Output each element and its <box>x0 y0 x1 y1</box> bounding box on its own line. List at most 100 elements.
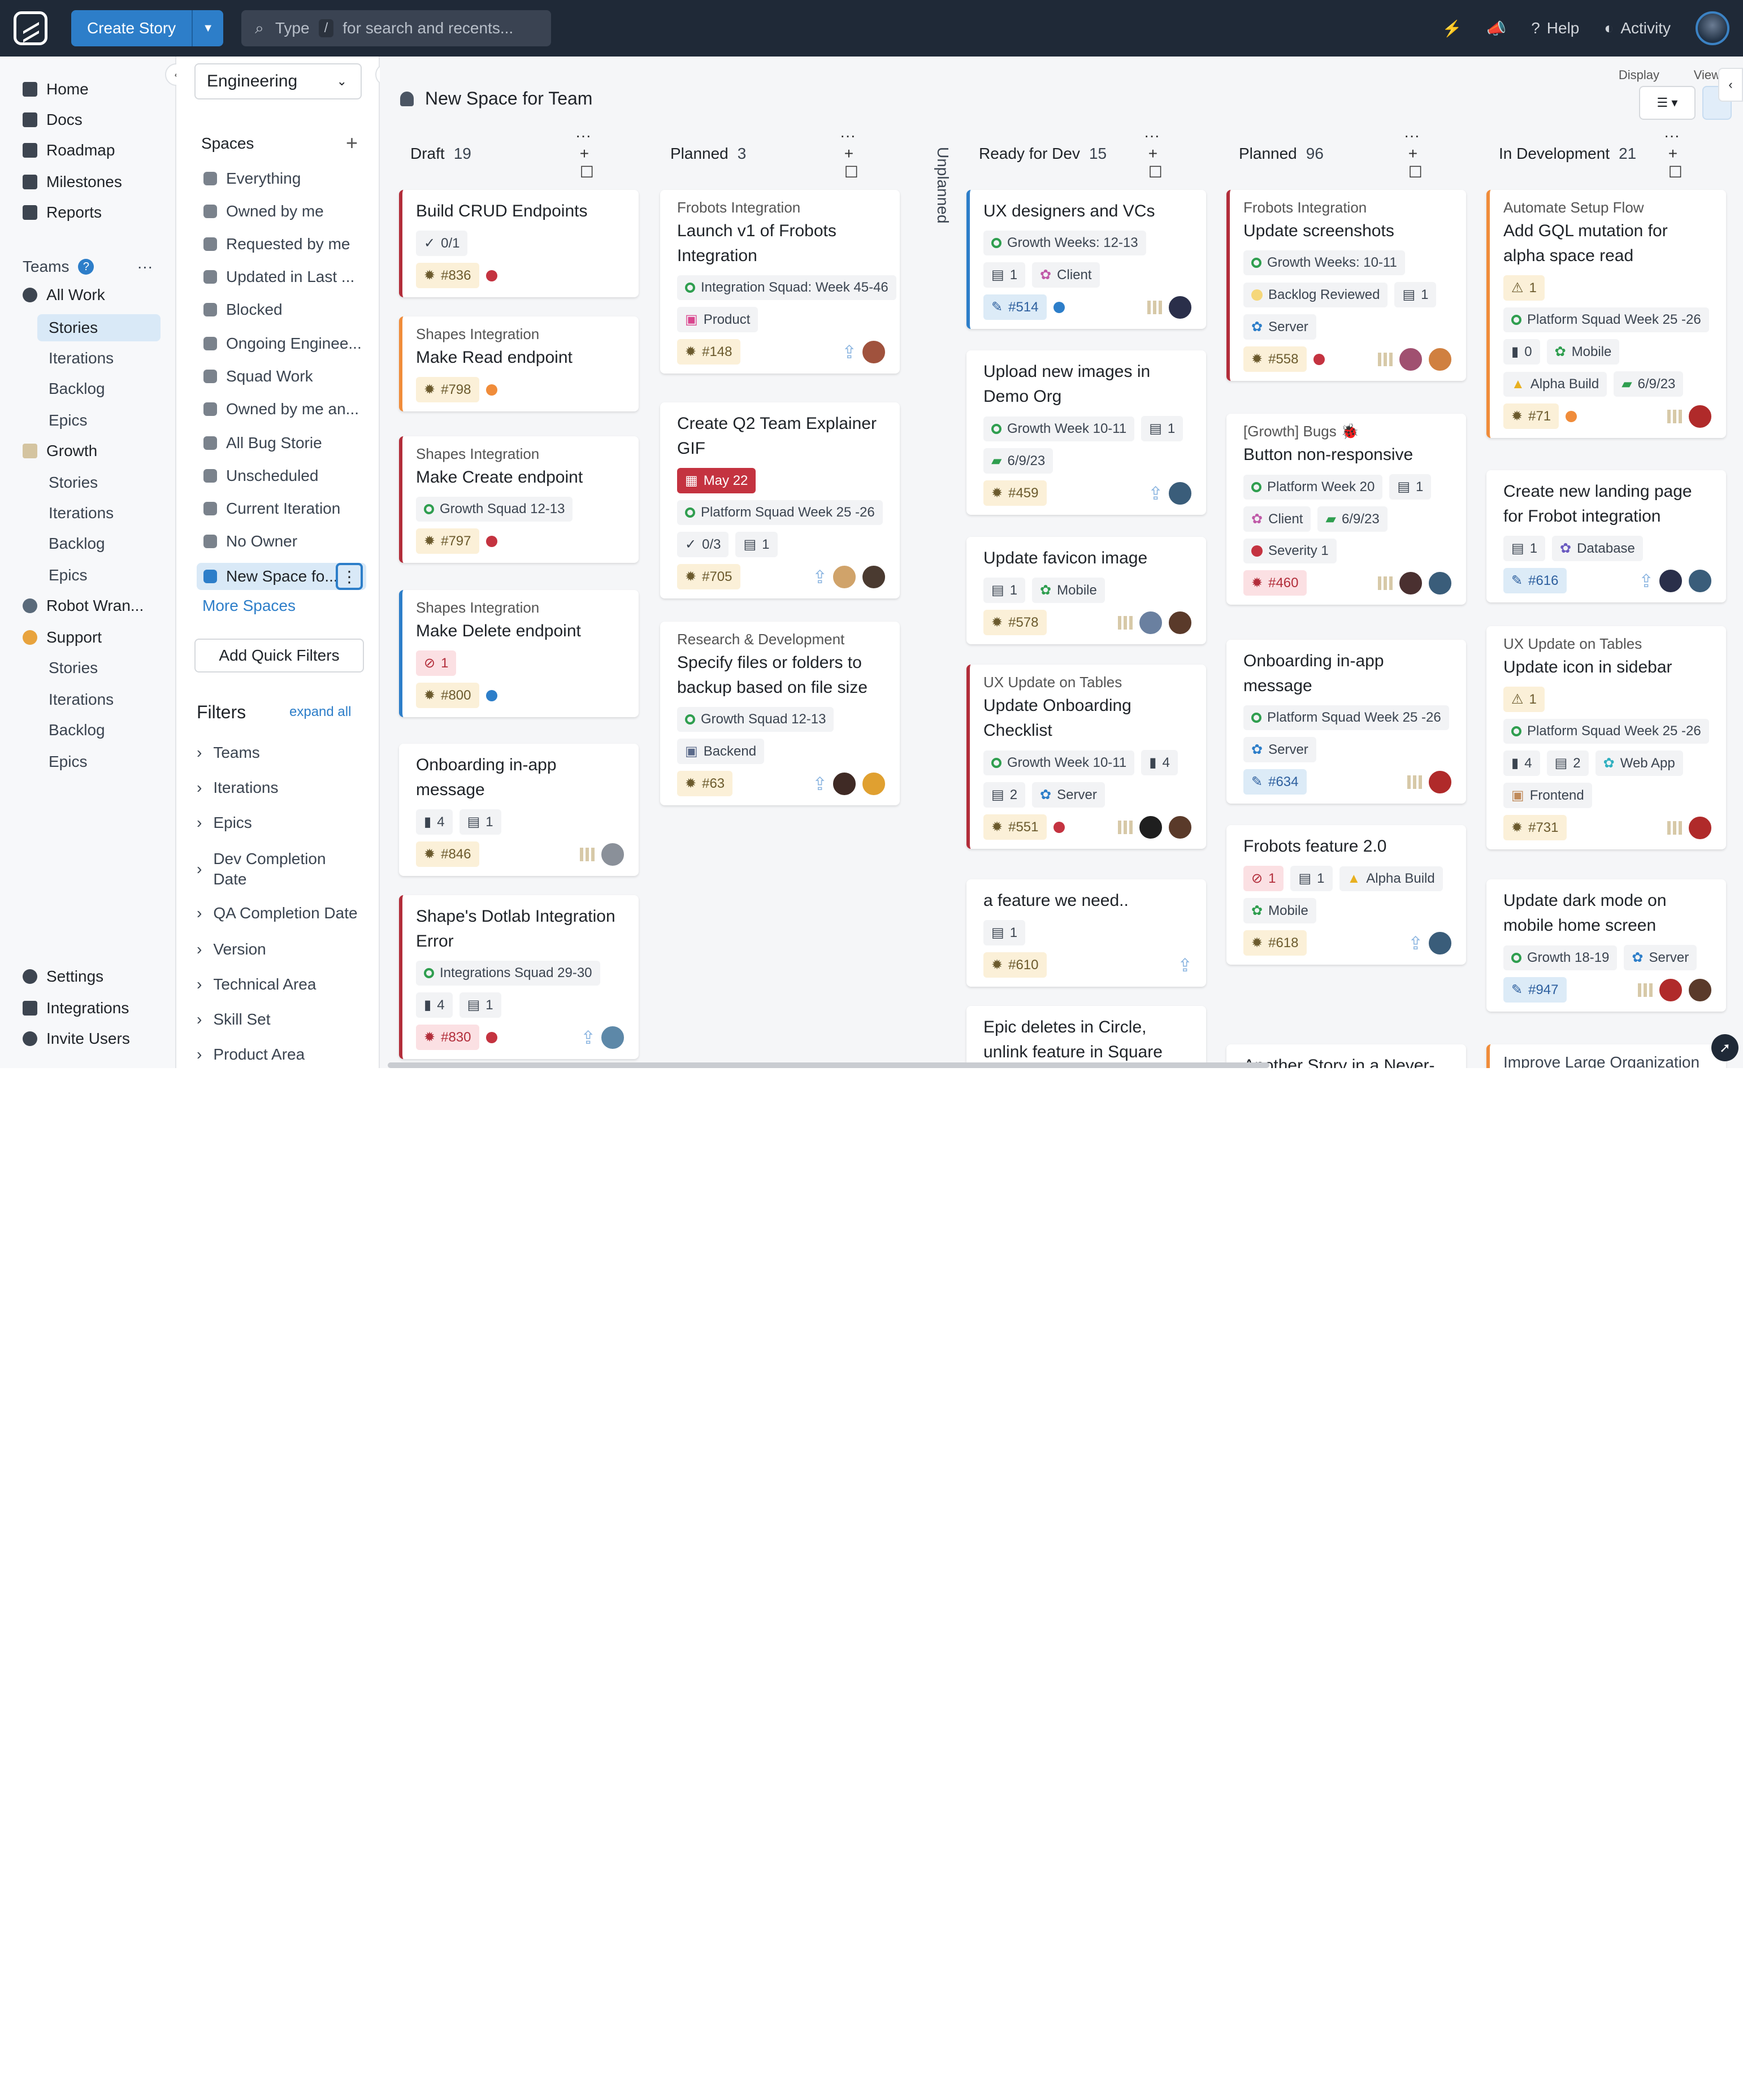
column-actions[interactable]: ··· + ☐ <box>1404 127 1423 181</box>
story-card[interactable]: Onboarding in-app message Platform Squad… <box>1226 640 1466 804</box>
nav-all-work[interactable]: All Work <box>23 286 105 304</box>
story-card[interactable]: Build CRUD Endpoints ✓ 0/1 ✹ #836 <box>399 190 639 297</box>
story-card[interactable]: UX Update on Tables Update icon in sideb… <box>1486 626 1726 849</box>
lightning-icon[interactable]: ⚡ <box>1442 19 1462 38</box>
story-id[interactable]: ✹ #610 <box>983 952 1047 978</box>
nav-growth-stories[interactable]: Stories <box>49 474 98 492</box>
story-card[interactable]: UX Update on Tables Update Onboarding Ch… <box>966 665 1206 849</box>
nav-growth-epics[interactable]: Epics <box>49 566 87 584</box>
horizontal-scrollbar[interactable] <box>388 1062 1269 1068</box>
story-id[interactable]: ✹ #459 <box>983 480 1047 506</box>
story-id[interactable]: ✹ #578 <box>983 610 1047 635</box>
nav-settings[interactable]: Settings <box>23 967 103 986</box>
help-button[interactable]: ? Help <box>1531 19 1579 37</box>
search-input[interactable]: ⌕ Type / for search and recents... <box>241 10 552 46</box>
story-card[interactable]: a feature we need.. ▤ 1 ✹ #610 ⇪ <box>966 879 1206 987</box>
story-card[interactable]: Research & Development Specify files or … <box>660 622 900 805</box>
story-card[interactable]: Update dark mode on mobile home screen G… <box>1486 879 1726 1012</box>
nav-integrations[interactable]: Integrations <box>23 999 129 1017</box>
space-item[interactable]: All Bug Storie <box>203 434 322 452</box>
add-quick-filters-button[interactable]: Add Quick Filters <box>194 639 364 672</box>
nav-stories[interactable]: Stories <box>37 314 161 341</box>
column-actions[interactable]: ··· + ☐ <box>1144 127 1163 181</box>
nav-home[interactable]: Home <box>23 80 89 98</box>
column-actions[interactable]: ··· + ☐ <box>1664 127 1683 181</box>
space-item[interactable]: Everything <box>203 170 301 188</box>
story-id[interactable]: ✹ #71 <box>1503 403 1559 429</box>
story-id[interactable]: ✹ #830 <box>416 1025 479 1050</box>
user-avatar[interactable] <box>1696 11 1729 45</box>
nav-docs[interactable]: Docs <box>23 111 83 129</box>
nav-support-epics[interactable]: Epics <box>49 753 87 771</box>
nav-backlog[interactable]: Backlog <box>49 380 105 398</box>
nav-robot[interactable]: Robot Wran... <box>23 597 144 615</box>
story-id[interactable]: ✹ #618 <box>1243 930 1307 956</box>
story-card[interactable]: Improve Large Organization <box>1486 1044 1726 1068</box>
space-item[interactable]: Ongoing Enginee... <box>203 335 362 353</box>
story-id[interactable]: ✹ #731 <box>1503 815 1567 840</box>
story-card[interactable]: Frobots Integration Launch v1 of Frobots… <box>660 190 900 374</box>
story-card[interactable]: Frobots feature 2.0 ⊘ 1 ▤ 1 ▲ Alpha Build ✿ Mob… <box>1226 825 1466 965</box>
nav-iterations[interactable]: Iterations <box>49 349 114 367</box>
announcement-icon[interactable]: 📣 <box>1486 19 1506 38</box>
create-story-dropdown-icon[interactable]: ▼ <box>192 10 224 46</box>
story-card[interactable]: Frobots Integration Update screenshots G… <box>1226 190 1466 381</box>
workspace-select[interactable]: Engineering ⌄ <box>194 63 362 99</box>
space-item[interactable]: Squad Work <box>203 367 313 385</box>
story-id[interactable]: ✹ #63 <box>677 771 733 796</box>
filter-epics[interactable]: › Epics <box>197 814 252 832</box>
shortcut-logo-icon[interactable] <box>14 11 47 45</box>
space-item[interactable]: Current Iteration <box>203 500 340 518</box>
story-id[interactable]: ✹ #836 <box>416 263 479 288</box>
filter-qa-completion[interactable]: › QA Completion Date <box>197 904 358 922</box>
story-card[interactable]: Shape's Dotlab Integration Error Integra… <box>399 895 639 1059</box>
story-card[interactable]: Update favicon image ▤ 1 ✿ Mobile ✹ #578 <box>966 537 1206 644</box>
story-id[interactable]: ✹ #798 <box>416 377 479 402</box>
nav-support-stories[interactable]: Stories <box>49 659 98 677</box>
space-item[interactable]: No Owner <box>203 532 297 550</box>
story-card[interactable]: Upload new images in Demo Org Growth Wee… <box>966 350 1206 515</box>
story-card[interactable]: Onboarding in-app message ▮ 4 ▤ 1 ✹ #846 <box>399 744 639 876</box>
story-id[interactable]: ✹ #460 <box>1243 570 1307 596</box>
story-id[interactable]: ✎ #947 <box>1503 977 1567 1003</box>
display-settings-button[interactable]: ☰ ▾ <box>1639 86 1696 120</box>
space-item[interactable]: Blocked <box>203 301 283 319</box>
help-icon[interactable]: ? <box>78 259 94 275</box>
nav-milestones[interactable]: Milestones <box>23 173 122 191</box>
filter-version[interactable]: › Version <box>197 940 266 958</box>
expand-all-link[interactable]: expand all <box>289 704 351 720</box>
space-item[interactable]: Owned by me an... <box>203 400 359 418</box>
story-card[interactable]: Automate Setup Flow Add GQL mutation for… <box>1486 190 1726 438</box>
filter-product-area[interactable]: › Product Area <box>197 1045 305 1064</box>
story-card[interactable]: Shapes Integration Make Read endpoint ✹ #… <box>399 316 639 411</box>
story-card[interactable]: Shapes Integration Make Delete endpoint … <box>399 590 639 717</box>
space-item[interactable]: Updated in Last ... <box>203 268 354 286</box>
story-id[interactable]: ✹ #551 <box>983 814 1047 840</box>
right-collapse-icon[interactable]: ‹ <box>1718 68 1743 102</box>
story-id[interactable]: ✎ #634 <box>1243 769 1307 795</box>
story-id[interactable]: ✹ #148 <box>677 339 740 365</box>
create-story-button[interactable]: Create Story <box>71 10 192 46</box>
story-id[interactable]: ✎ #616 <box>1503 568 1567 593</box>
story-id[interactable]: ✹ #558 <box>1243 346 1307 372</box>
space-item[interactable]: Unscheduled <box>203 467 318 485</box>
space-item[interactable]: Owned by me <box>203 202 324 220</box>
filter-skill-set[interactable]: › Skill Set <box>197 1010 270 1029</box>
nav-support-iterations[interactable]: Iterations <box>49 691 114 709</box>
rocket-icon[interactable]: ➚ <box>1711 1034 1738 1061</box>
activity-button[interactable]: ◐ Activity <box>1604 19 1671 37</box>
nav-growth-backlog[interactable]: Backlog <box>49 535 105 553</box>
nav-roadmap[interactable]: Roadmap <box>23 141 115 159</box>
story-id[interactable]: ✹ #797 <box>416 528 479 554</box>
story-id[interactable]: ✎ #514 <box>983 294 1047 320</box>
nav-invite[interactable]: Invite Users <box>23 1030 130 1048</box>
story-card[interactable]: Create Q2 Team Explainer GIF ▦ May 22 Plat… <box>660 402 900 598</box>
story-id[interactable]: ✹ #705 <box>677 564 740 589</box>
unplanned-label[interactable]: Unplanned <box>934 147 952 223</box>
story-card[interactable]: Create new landing page for Frobot integ… <box>1486 470 1726 602</box>
story-id[interactable]: ✹ #800 <box>416 683 479 708</box>
story-card[interactable]: UX designers and VCs Growth Weeks: 12-13… <box>966 190 1206 329</box>
filter-iterations[interactable]: › Iterations <box>197 779 279 797</box>
story-card[interactable]: [Growth] Bugs 🐞 Button non-responsive Pl… <box>1226 414 1466 605</box>
filter-teams[interactable]: › Teams <box>197 744 260 762</box>
